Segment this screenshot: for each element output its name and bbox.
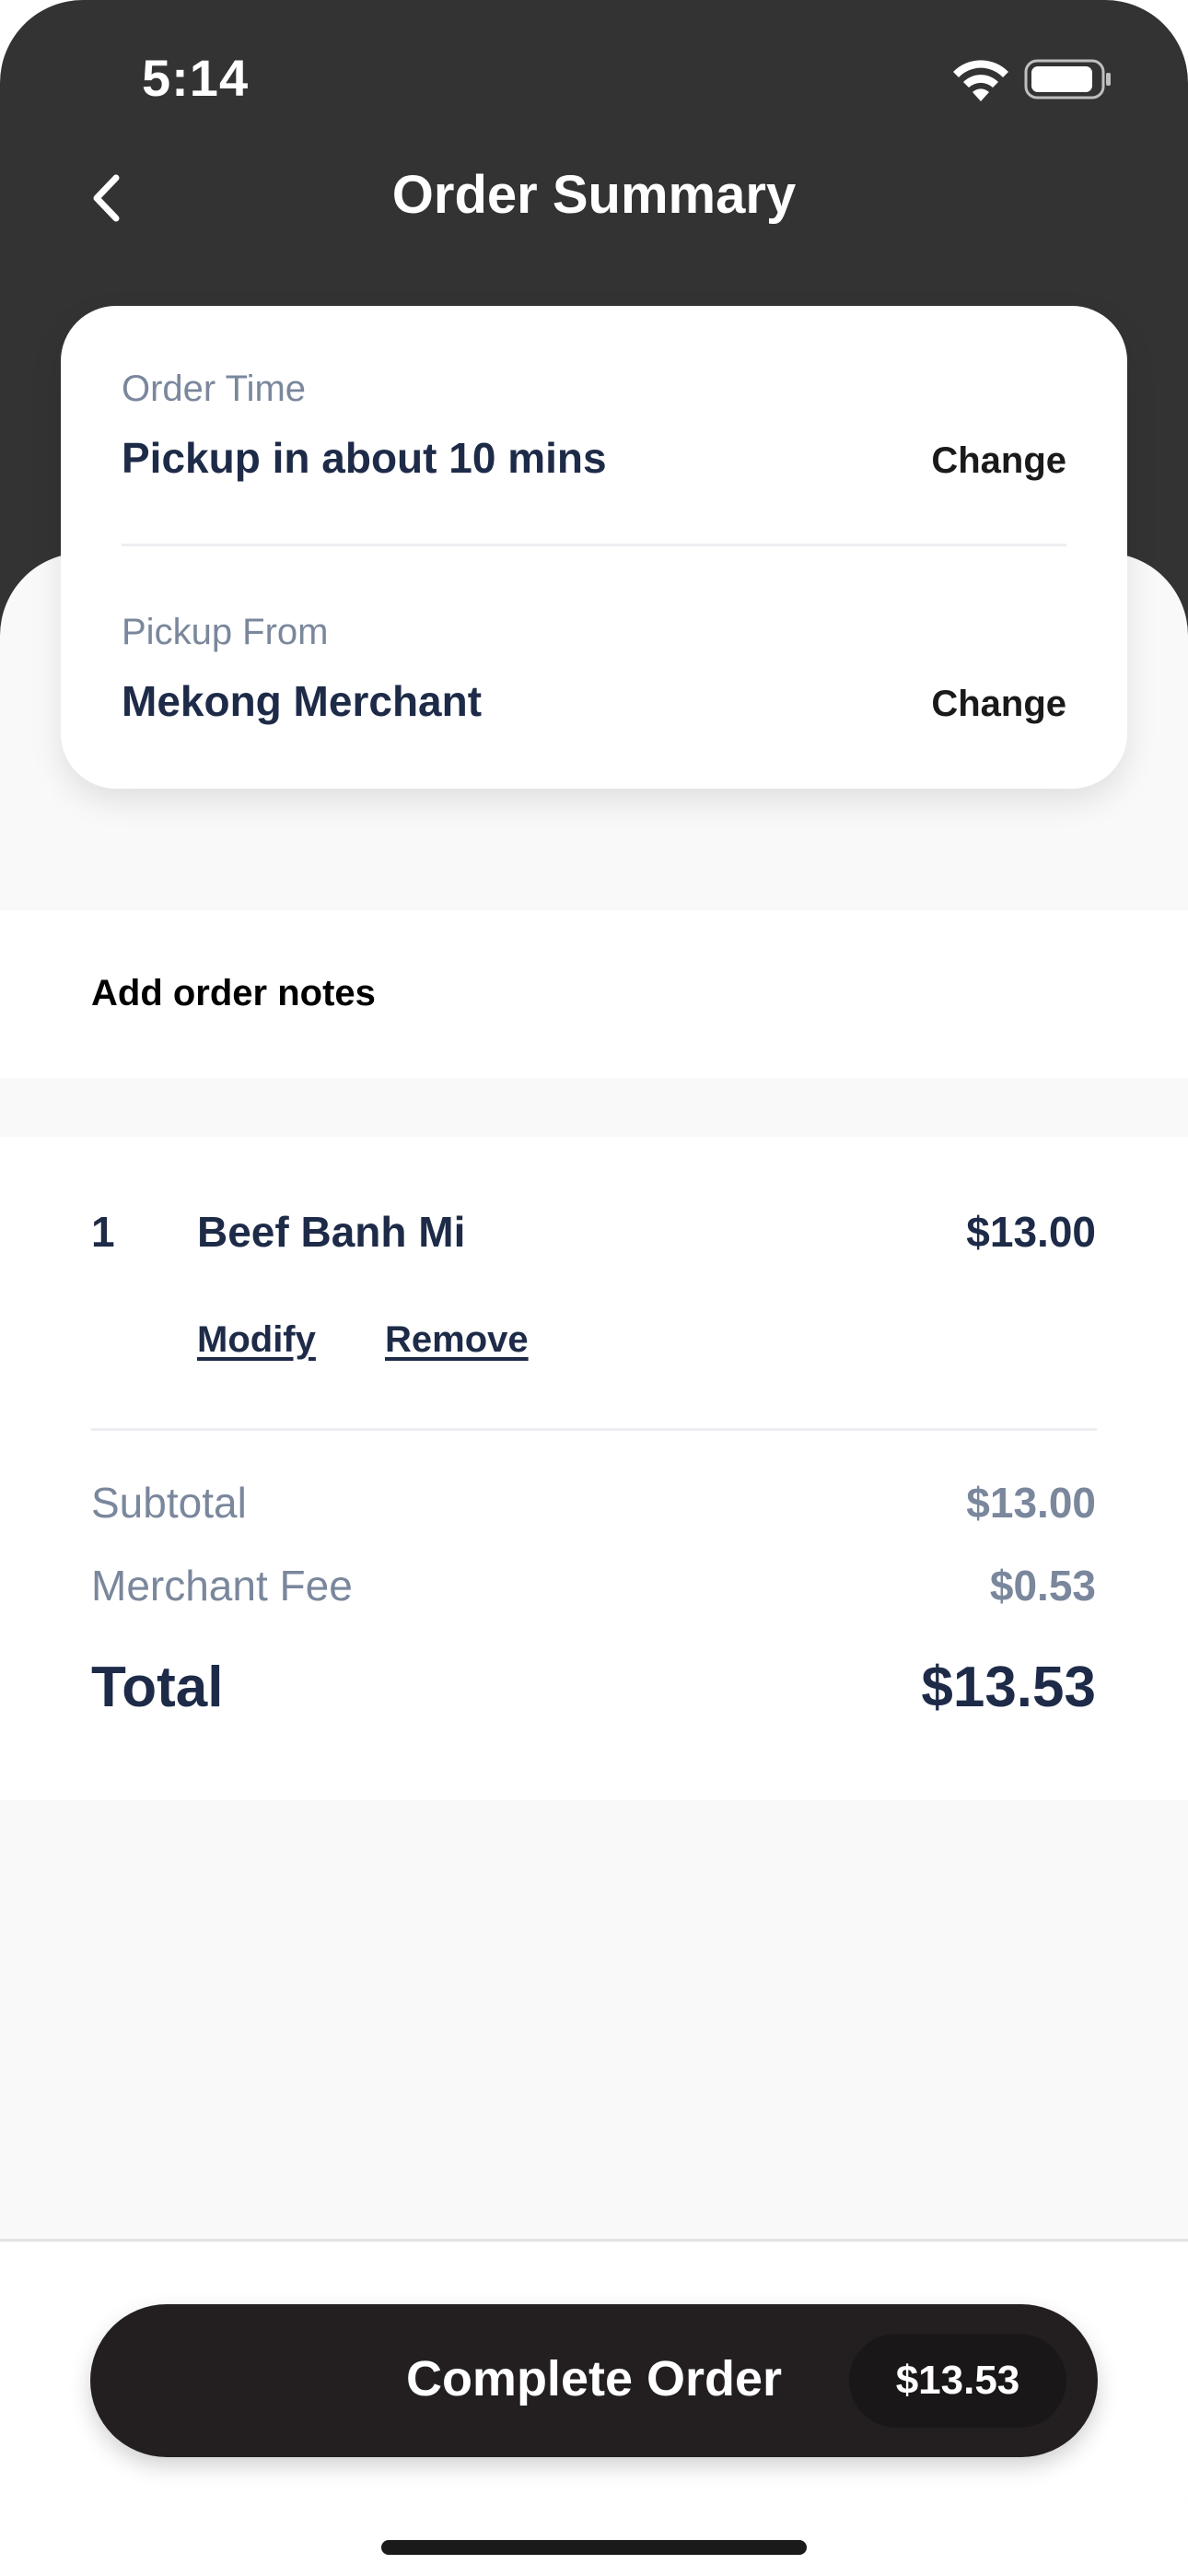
- pickup-location-value: Mekong Merchant: [122, 677, 483, 725]
- remove-item-link[interactable]: Remove: [385, 1319, 529, 1361]
- order-items-section: 1 Beef Banh Mi $13.00 Modify Remove Subt…: [0, 1137, 1188, 1800]
- subtotal-value: $13.00: [966, 1479, 1096, 1527]
- item-price: $13.00: [966, 1208, 1096, 1256]
- order-time-value: Pickup in about 10 mins: [122, 434, 607, 482]
- change-pickup-location-button[interactable]: Change: [931, 684, 1066, 725]
- order-info-card: Order Time Pickup in about 10 mins Chang…: [61, 306, 1127, 789]
- battery-icon: [1024, 59, 1111, 100]
- items-divider: [91, 1428, 1097, 1431]
- wifi-icon: [953, 60, 1008, 101]
- item-quantity: 1: [91, 1208, 115, 1256]
- order-total-badge: $13.53: [849, 2334, 1066, 2428]
- add-order-notes-label: Add order notes: [91, 973, 376, 1013]
- subtotal-label: Subtotal: [91, 1479, 247, 1527]
- item-name: Beef Banh Mi: [197, 1208, 466, 1256]
- modify-item-link[interactable]: Modify: [197, 1319, 316, 1361]
- change-order-time-button[interactable]: Change: [931, 440, 1066, 482]
- order-time-label: Order Time: [122, 369, 307, 409]
- home-indicator: [381, 2540, 807, 2555]
- total-label: Total: [91, 1656, 224, 1719]
- total-value: $13.53: [921, 1656, 1096, 1719]
- merchant-fee-value: $0.53: [989, 1562, 1096, 1610]
- card-divider: [122, 544, 1066, 546]
- status-time: 5:14: [142, 49, 250, 107]
- merchant-fee-label: Merchant Fee: [91, 1562, 353, 1610]
- pickup-from-label: Pickup From: [122, 612, 329, 652]
- bottom-bar: Complete Order $13.53: [0, 2239, 1188, 2576]
- complete-order-button[interactable]: Complete Order $13.53: [90, 2304, 1098, 2457]
- order-summary-screen: 5:14 Order Summary Order Time Pickup in …: [0, 0, 1188, 2576]
- page-title: Order Summary: [391, 165, 797, 225]
- add-order-notes-row[interactable]: Add order notes: [0, 910, 1188, 1078]
